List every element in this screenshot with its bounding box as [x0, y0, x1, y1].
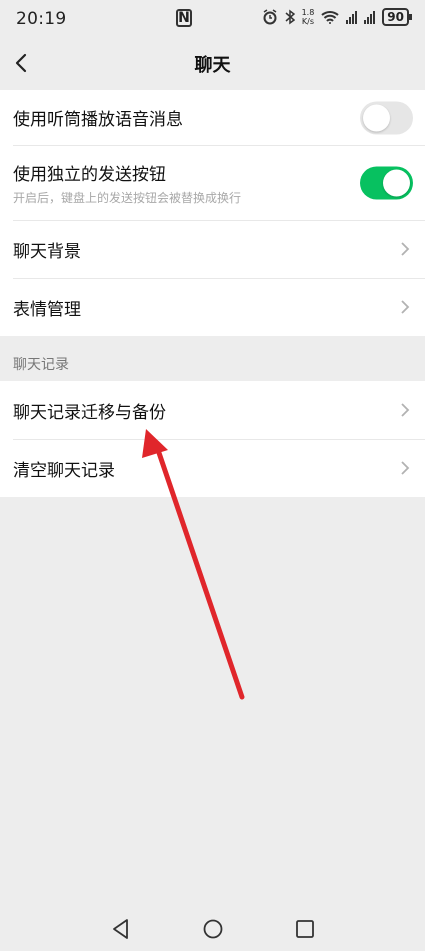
- earpiece-toggle[interactable]: [360, 101, 413, 134]
- battery-icon: 90: [382, 8, 412, 26]
- chevron-right-icon: [401, 403, 410, 417]
- signal-icon-1: [346, 10, 358, 24]
- speed-value: 1.8: [301, 8, 315, 17]
- setting-sticker-management[interactable]: 表情管理: [0, 278, 425, 336]
- nav-bar: 聊天: [0, 38, 425, 90]
- system-nav-bar: [0, 906, 425, 951]
- bluetooth-icon: [285, 9, 295, 25]
- status-icons: 1.8 K/s 90: [262, 8, 412, 26]
- page-title: 聊天: [194, 55, 231, 76]
- system-back-icon[interactable]: [108, 916, 134, 942]
- chevron-right-icon: [401, 300, 410, 314]
- chevron-right-icon: [401, 461, 410, 475]
- send-button-toggle[interactable]: [360, 166, 413, 199]
- network-speed: 1.8 K/s: [302, 8, 315, 26]
- setting-clear-chat-history[interactable]: 清空聊天记录: [0, 439, 425, 497]
- toggle-knob: [383, 169, 410, 196]
- setting-chat-background[interactable]: 聊天背景: [0, 220, 425, 278]
- setting-label: 聊天记录迁移与备份: [13, 402, 166, 423]
- setting-label: 聊天背景: [13, 241, 81, 262]
- setting-chat-migrate-backup[interactable]: 聊天记录迁移与备份: [0, 381, 425, 439]
- speed-unit: K/s: [301, 17, 314, 26]
- setting-separate-send-button[interactable]: 使用独立的发送按钮 开启后，键盘上的发送按钮会被替换成换行: [0, 145, 425, 220]
- settings-group-general: 使用听筒播放语音消息 使用独立的发送按钮 开启后，键盘上的发送按钮会被替换成换行…: [0, 90, 425, 336]
- status-bar: 20:19 N 1.8 K/s 90: [0, 0, 425, 38]
- chevron-right-icon: [401, 242, 410, 256]
- wifi-icon: [321, 11, 339, 24]
- back-icon[interactable]: [10, 51, 34, 75]
- setting-label: 表情管理: [13, 299, 81, 320]
- section-header-chat-history: 聊天记录: [13, 357, 69, 373]
- system-home-icon[interactable]: [200, 916, 226, 942]
- system-recents-icon[interactable]: [292, 916, 318, 942]
- setting-earpiece-voice[interactable]: 使用听筒播放语音消息: [0, 90, 425, 145]
- toggle-knob: [363, 104, 390, 131]
- nfc-icon: N: [176, 9, 192, 27]
- alarm-icon: [263, 9, 277, 25]
- signal-icon-2: [364, 10, 376, 24]
- setting-label: 清空聊天记录: [13, 460, 115, 481]
- status-time: 20:19: [16, 9, 67, 29]
- settings-group-chat-history: 聊天记录迁移与备份 清空聊天记录: [0, 381, 425, 497]
